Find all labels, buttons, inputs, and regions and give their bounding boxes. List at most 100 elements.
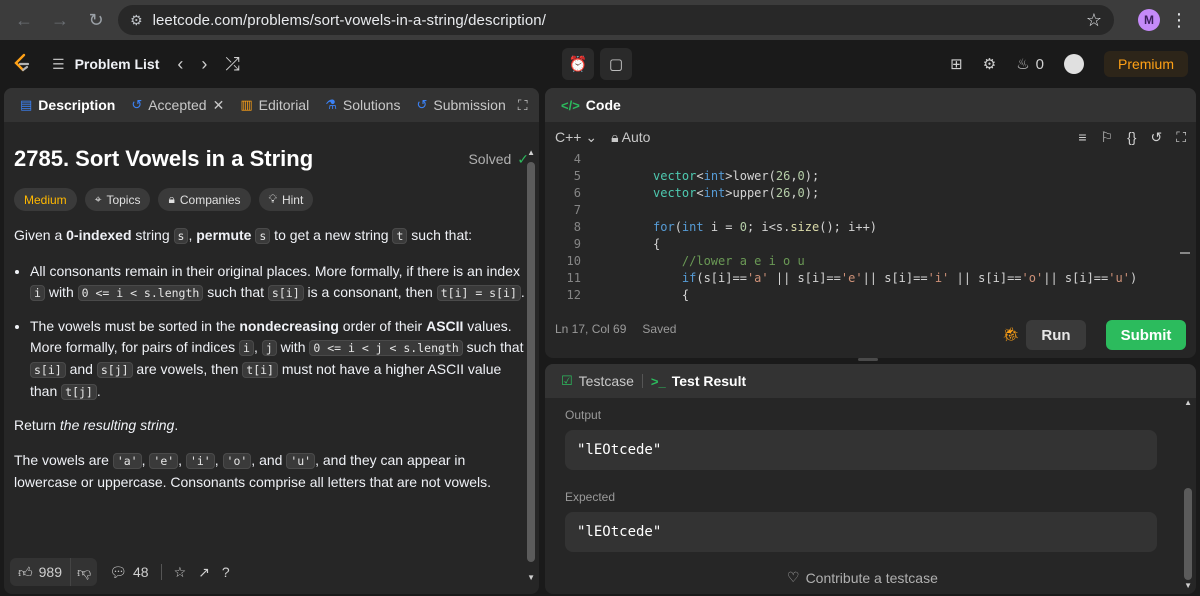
tab-test-result[interactable]: >_ Test Result	[643, 364, 754, 398]
tab-description[interactable]: ▤ Description	[12, 88, 123, 122]
forward-icon[interactable]: →	[46, 6, 74, 34]
like-count: 989	[38, 564, 62, 580]
code-line: 10 //lower a e i o u	[545, 254, 1196, 271]
contribute-label: Contribute a testcase	[805, 569, 938, 586]
difficulty-badge[interactable]: Medium	[14, 188, 77, 211]
scroll-up-icon[interactable]: ▲	[527, 148, 535, 157]
tab-code[interactable]: </> Code	[553, 88, 629, 122]
code-line: 11 if(s[i]=='a' || s[i]=='e'|| s[i]=='i'…	[545, 271, 1196, 288]
next-problem-icon[interactable]: ›	[201, 54, 207, 75]
url-text[interactable]: leetcode.com/problems/sort-vowels-in-a-s…	[153, 12, 1076, 29]
reset-icon[interactable]: ↺	[1150, 129, 1162, 146]
scroll-up-icon[interactable]: ▲	[1184, 398, 1192, 407]
browser-toolbar: ← → ↻ ⚙ leetcode.com/problems/sort-vowel…	[0, 0, 1200, 40]
like-button[interactable]: 👍︎ 989	[10, 564, 70, 581]
code-line: 9{	[545, 237, 1196, 254]
streak-count: 0	[1035, 55, 1044, 73]
text: Return	[14, 417, 60, 433]
help-icon[interactable]: ?	[222, 564, 230, 580]
notes-icon[interactable]: ▢	[600, 48, 632, 80]
solved-label: Solved	[468, 151, 512, 167]
submit-button[interactable]: Submit	[1106, 320, 1186, 350]
line-number: 9	[573, 237, 581, 251]
timer-icon[interactable]: ⏰	[562, 48, 594, 80]
bookmark-star-icon[interactable]: ☆	[1086, 10, 1102, 31]
text: such that	[203, 284, 268, 300]
streak-counter[interactable]: ♨ 0	[1016, 55, 1044, 74]
debugger-icon[interactable]: 🐞︎	[1002, 326, 1020, 343]
leetcode-logo-icon[interactable]	[12, 53, 32, 75]
code-line: 7	[545, 203, 1196, 220]
tab-label: Test Result	[671, 373, 747, 389]
save-status: Saved	[642, 322, 677, 336]
text: ,	[253, 339, 262, 355]
inline-code: t[i]	[242, 362, 278, 378]
history-icon: ↺	[416, 97, 428, 112]
user-avatar[interactable]	[1063, 54, 1084, 74]
site-info-icon[interactable]: ⚙	[130, 12, 143, 29]
description-scrollbar[interactable]: ▲ ▼	[525, 148, 537, 582]
braces-icon[interactable]: {}	[1127, 129, 1136, 146]
tab-submissions[interactable]: ↺ Submission	[408, 88, 513, 122]
inline-code: 'i'	[185, 453, 215, 469]
panel-resize-handle[interactable]	[858, 358, 878, 361]
thumbs-up-icon: 👍︎	[18, 563, 33, 580]
inline-code: t	[392, 228, 408, 244]
tab-accepted[interactable]: ↺ Accepted ✕	[123, 88, 232, 122]
hint-chip[interactable]: 💡︎ Hint	[258, 188, 314, 211]
expected-value: "lEOtcede"	[565, 512, 1157, 552]
tab-solutions[interactable]: ⚗ Solutions	[317, 88, 408, 122]
comments-button[interactable]: 💬︎ 48	[109, 564, 148, 581]
prev-problem-icon[interactable]: ‹	[177, 54, 183, 75]
lightbulb-icon: 💡︎	[268, 192, 277, 206]
reload-icon[interactable]: ↻	[82, 6, 110, 34]
code-line: 6 vector<int>upper(26,0);	[545, 186, 1196, 203]
address-bar[interactable]: ⚙ leetcode.com/problems/sort-vowels-in-a…	[118, 5, 1114, 35]
result-scrollbar[interactable]: ▲ ▼	[1182, 394, 1194, 590]
browser-menu-icon[interactable]: ⋮	[1168, 10, 1190, 31]
settings-gear-icon[interactable]: ⚙	[983, 55, 996, 73]
inline-code: s[j]	[96, 362, 133, 378]
back-icon[interactable]: ←	[10, 6, 38, 34]
inline-code: 0 <= i < s.length	[77, 285, 204, 301]
line-number: 11	[566, 271, 581, 285]
scrollbar-thumb[interactable]	[1184, 488, 1192, 580]
maximize-icon[interactable]: ⛶	[518, 97, 528, 114]
close-icon[interactable]: ✕	[213, 97, 225, 114]
list-item: The vowels must be sorted in the nondecr…	[30, 316, 529, 403]
fullscreen-icon[interactable]: ⛶	[1176, 129, 1186, 146]
line-number: 8	[573, 220, 581, 234]
lock-icon: 🔒︎	[611, 128, 619, 145]
layout-grid-icon[interactable]: ⊞	[950, 55, 963, 73]
tab-testcase[interactable]: ☑ Testcase	[553, 364, 642, 398]
constraints-list: All consonants remain in their original …	[14, 261, 529, 403]
shuffle-icon[interactable]: ⤮	[225, 54, 239, 75]
run-button[interactable]: Run	[1026, 320, 1086, 350]
companies-chip[interactable]: 🔒︎ Companies	[158, 188, 251, 211]
format-icon[interactable]: ≡	[1078, 129, 1086, 146]
scrollbar-thumb[interactable]	[527, 162, 535, 562]
divider	[160, 564, 162, 580]
tab-label: Accepted	[148, 97, 207, 113]
language-select[interactable]: C++ ⌄	[555, 129, 597, 146]
left-tabbar: ▤ Description ↺ Accepted ✕ ▥ Editorial ⚗…	[4, 88, 539, 122]
text: .	[174, 417, 179, 433]
editor-scroll-marker[interactable]	[1180, 252, 1190, 254]
terminal-icon: >_	[650, 373, 666, 389]
topics-chip[interactable]: ⌖ Topics	[84, 188, 151, 211]
dislike-button[interactable]: 👎︎	[70, 558, 97, 586]
history-icon: ↺	[131, 97, 143, 112]
bookmark-icon[interactable]: ⚐	[1101, 129, 1114, 146]
code-editor[interactable]: 4 5 vector<int>lower(26,0); 6 vector<int>u…	[545, 152, 1196, 304]
favorite-star-icon[interactable]: ☆	[174, 564, 187, 581]
mode-select[interactable]: 🔒︎ Auto	[611, 129, 650, 146]
premium-button[interactable]: Premium	[1103, 51, 1188, 77]
share-icon[interactable]: ↗	[198, 564, 210, 581]
scroll-down-icon[interactable]: ▼	[1184, 581, 1192, 590]
tab-editorial[interactable]: ▥ Editorial	[232, 88, 317, 122]
chip-label: Topics	[106, 192, 141, 207]
problem-list-button[interactable]: ☰ Problem List	[52, 56, 159, 73]
inline-code: j	[261, 340, 277, 356]
contribute-testcase-link[interactable]: ♡ Contribute a testcase	[787, 569, 938, 586]
profile-avatar[interactable]: M	[1138, 9, 1160, 31]
